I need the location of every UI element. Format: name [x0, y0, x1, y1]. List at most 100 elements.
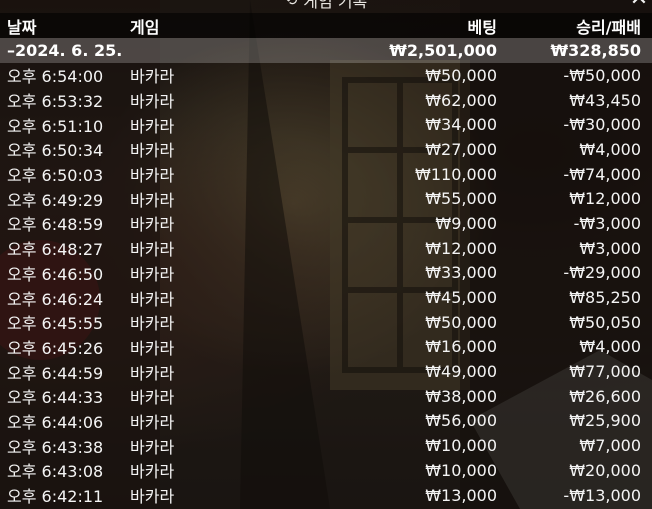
row-result: -₩50,000 [563, 65, 641, 85]
table-row[interactable]: 오후 6:45:55 바카라 ₩50,000 ₩50,050 [0, 310, 652, 335]
column-header-result[interactable]: 승리/패배 [576, 14, 641, 38]
row-result: ₩12,000 [569, 189, 641, 209]
date-group-total-result: ₩328,850 [550, 41, 641, 60]
row-bet: ₩13,000 [425, 485, 497, 505]
title-bar: ⟲ 게임 기록 [0, 0, 652, 11]
row-result: ₩25,900 [569, 411, 641, 431]
row-time: 오후 6:50:34 [7, 141, 104, 161]
row-game: 바카라 [130, 141, 175, 161]
row-result: -₩29,000 [563, 263, 641, 283]
table-row[interactable]: 오후 6:46:24 바카라 ₩45,000 ₩85,250 [0, 285, 652, 310]
row-time: 오후 6:45:26 [7, 338, 104, 358]
row-bet: ₩50,000 [425, 312, 497, 332]
row-time: 오후 6:46:24 [7, 289, 104, 309]
table-header: 날짜 게임 베팅 승리/패배 [0, 13, 652, 38]
row-result: ₩85,250 [569, 288, 641, 308]
row-time: 오후 6:45:55 [7, 314, 104, 334]
table-row[interactable]: 오후 6:43:38 바카라 ₩10,000 ₩7,000 [0, 433, 652, 458]
row-game: 바카라 [130, 487, 175, 507]
row-time: 오후 6:46:50 [7, 264, 104, 284]
row-game: 바카라 [130, 215, 175, 235]
row-bet: ₩12,000 [425, 238, 497, 258]
close-icon: ✕ [630, 0, 648, 11]
row-time: 오후 6:48:59 [7, 215, 104, 235]
table-row[interactable]: 오후 6:42:11 바카라 ₩13,000 -₩13,000 [0, 483, 652, 508]
close-button[interactable]: ✕ [628, 0, 650, 10]
table-row[interactable]: 오후 6:53:32 바카라 ₩62,000 ₩43,450 [0, 88, 652, 113]
table-row[interactable]: 오후 6:54:00 바카라 ₩50,000 -₩50,000 [0, 63, 652, 88]
row-game: 바카라 [130, 437, 175, 457]
row-result: ₩20,000 [569, 460, 641, 480]
row-time: 오후 6:48:27 [7, 240, 104, 260]
panel-title: 게임 기록 [303, 0, 368, 11]
column-header-game[interactable]: 게임 [130, 14, 159, 38]
row-bet: ₩10,000 [425, 436, 497, 456]
row-bet: ₩56,000 [425, 411, 497, 431]
row-game: 바카라 [130, 240, 175, 260]
table-row[interactable]: 오후 6:50:03 바카라 ₩110,000 -₩74,000 [0, 162, 652, 187]
table-row[interactable]: 오후 6:49:29 바카라 ₩55,000 ₩12,000 [0, 186, 652, 211]
table-row[interactable]: 오후 6:43:08 바카라 ₩10,000 ₩20,000 [0, 458, 652, 483]
row-bet: ₩10,000 [425, 460, 497, 480]
row-game: 바카라 [130, 190, 175, 210]
row-game: 바카라 [130, 92, 175, 112]
row-bet: ₩34,000 [425, 115, 497, 135]
row-bet: ₩9,000 [435, 213, 497, 233]
column-header-bet[interactable]: 베팅 [468, 14, 497, 38]
row-result: -₩3,000 [573, 213, 641, 233]
row-time: 오후 6:42:11 [7, 487, 104, 507]
row-bet: ₩38,000 [425, 386, 497, 406]
row-game: 바카라 [130, 363, 175, 383]
row-game: 바카라 [130, 314, 175, 334]
row-result: ₩77,000 [569, 362, 641, 382]
row-time: 오후 6:50:03 [7, 166, 104, 186]
row-bet: ₩16,000 [425, 337, 497, 357]
row-time: 오후 6:53:32 [7, 92, 104, 112]
table-row[interactable]: 오후 6:44:06 바카라 ₩56,000 ₩25,900 [0, 409, 652, 434]
table-row[interactable]: 오후 6:44:59 바카라 ₩49,000 ₩77,000 [0, 359, 652, 384]
row-time: 오후 6:43:08 [7, 462, 104, 482]
row-time: 오후 6:54:00 [7, 67, 104, 87]
table-row[interactable]: 오후 6:46:50 바카라 ₩33,000 -₩29,000 [0, 261, 652, 286]
row-time: 오후 6:44:59 [7, 363, 104, 383]
row-result: -₩30,000 [563, 115, 641, 135]
row-bet: ₩27,000 [425, 139, 497, 159]
row-result: ₩3,000 [579, 238, 641, 258]
row-game: 바카라 [130, 67, 175, 87]
row-result: ₩26,600 [569, 386, 641, 406]
row-time: 오후 6:44:06 [7, 412, 104, 432]
table-row[interactable]: 오후 6:48:27 바카라 ₩12,000 ₩3,000 [0, 236, 652, 261]
row-bet: ₩62,000 [425, 90, 497, 110]
row-game: 바카라 [130, 116, 175, 136]
date-group-label: –2024. 6. 25. [7, 41, 123, 60]
row-bet: ₩33,000 [425, 263, 497, 283]
row-time: 오후 6:49:29 [7, 190, 104, 210]
table-row[interactable]: 오후 6:44:33 바카라 ₩38,000 ₩26,600 [0, 384, 652, 409]
row-game: 바카라 [130, 388, 175, 408]
row-bet: ₩50,000 [425, 65, 497, 85]
date-group-total-bet: ₩2,501,000 [389, 41, 497, 60]
table-row[interactable]: 오후 6:48:59 바카라 ₩9,000 -₩3,000 [0, 211, 652, 236]
row-result: ₩7,000 [579, 436, 641, 456]
table-row[interactable]: 오후 6:50:34 바카라 ₩27,000 ₩4,000 [0, 137, 652, 162]
table-row[interactable]: 오후 6:51:10 바카라 ₩34,000 -₩30,000 [0, 112, 652, 137]
row-game: 바카라 [130, 462, 175, 482]
row-game: 바카라 [130, 289, 175, 309]
row-game: 바카라 [130, 412, 175, 432]
row-time: 오후 6:44:33 [7, 388, 104, 408]
row-result: ₩4,000 [579, 337, 641, 357]
history-icon: ⟲ [284, 0, 298, 9]
row-game: 바카라 [130, 264, 175, 284]
row-result: -₩13,000 [563, 485, 641, 505]
history-table: 날짜 게임 베팅 승리/패배 –2024. 6. 25. ₩2,501,000 … [0, 13, 652, 507]
column-header-date[interactable]: 날짜 [7, 14, 36, 38]
row-game: 바카라 [130, 166, 175, 186]
row-time: 오후 6:51:10 [7, 116, 104, 136]
date-group-row[interactable]: –2024. 6. 25. ₩2,501,000 ₩328,850 [0, 38, 652, 63]
row-result: ₩43,450 [569, 90, 641, 110]
row-time: 오후 6:43:38 [7, 437, 104, 457]
table-row[interactable]: 오후 6:45:26 바카라 ₩16,000 ₩4,000 [0, 335, 652, 360]
row-bet: ₩110,000 [415, 164, 497, 184]
row-bet: ₩49,000 [425, 362, 497, 382]
row-result: -₩74,000 [563, 164, 641, 184]
